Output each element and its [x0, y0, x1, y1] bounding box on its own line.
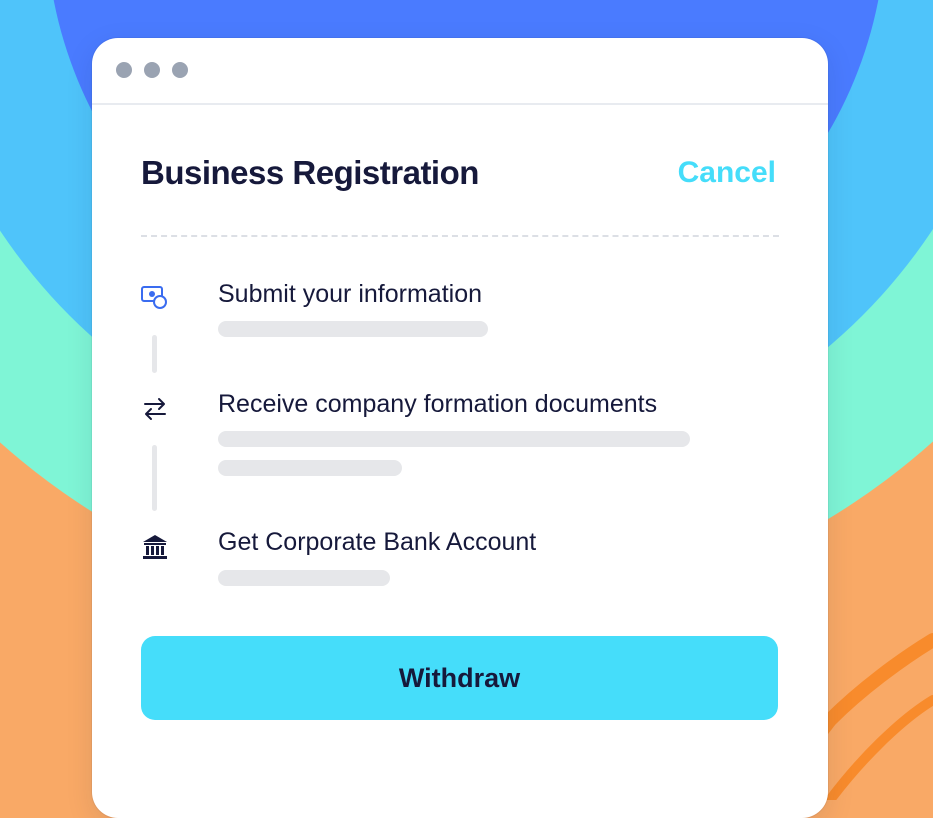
money-icon — [140, 283, 170, 313]
step-connector — [152, 335, 157, 373]
withdraw-button[interactable]: Withdraw — [141, 636, 778, 720]
cancel-button[interactable]: Cancel — [678, 156, 776, 190]
swap-arrows-icon — [140, 394, 170, 424]
dashed-divider — [141, 235, 779, 237]
placeholder-line — [218, 570, 390, 586]
page-title: Business Registration — [141, 154, 479, 191]
placeholder-line — [218, 321, 488, 337]
step-label-receive: Receive company formation documents — [218, 390, 658, 418]
placeholder-line — [218, 460, 402, 476]
step-label-bank-account: Get Corporate Bank Account — [218, 528, 537, 556]
placeholder-line — [218, 431, 690, 447]
bank-icon — [140, 532, 170, 562]
window-dot — [144, 62, 160, 78]
step-connector — [152, 445, 157, 511]
window-dot — [116, 62, 132, 78]
window-titlebar — [92, 38, 828, 105]
step-label-submit: Submit your information — [218, 280, 483, 308]
window-dot — [172, 62, 188, 78]
registration-window: Business Registration Cancel Submit your… — [92, 38, 828, 818]
